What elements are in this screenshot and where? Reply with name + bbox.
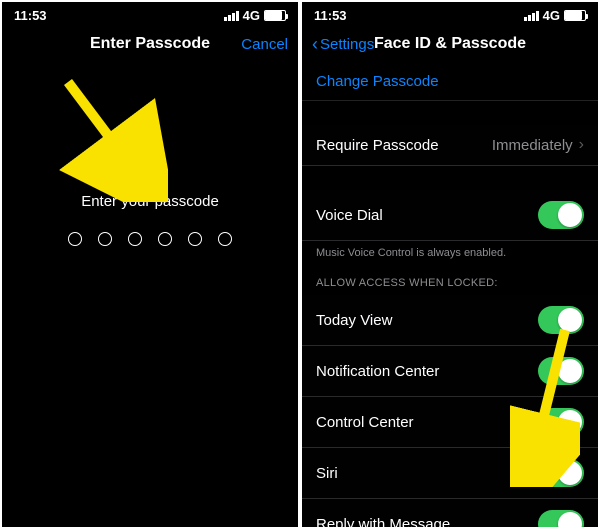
voice-dial-toggle[interactable]: [538, 201, 584, 229]
allow-access-toggle[interactable]: [538, 510, 584, 527]
cell-label: Today View: [316, 312, 392, 329]
passcode-dot: [98, 232, 112, 246]
require-passcode-value: Immediately: [492, 137, 573, 154]
allow-access-cell: Siri: [302, 448, 598, 499]
settings-screen: 11:53 4G ‹ Settings Face ID & Passcode C…: [302, 2, 598, 527]
allow-access-cell: Reply with Message: [302, 499, 598, 527]
back-button[interactable]: ‹ Settings: [312, 35, 374, 53]
cell-label: Require Passcode: [316, 137, 439, 154]
status-right: 4G: [224, 8, 286, 23]
settings-list[interactable]: Change Passcode Require Passcode Immedia…: [302, 63, 598, 527]
chevron-left-icon: ‹: [312, 35, 318, 53]
allow-access-toggle[interactable]: [538, 408, 584, 436]
cancel-button[interactable]: Cancel: [241, 36, 288, 53]
battery-icon: [264, 10, 286, 21]
back-label: Settings: [320, 36, 374, 53]
allow-access-cell: Notification Center: [302, 346, 598, 397]
network-label: 4G: [543, 8, 560, 23]
status-right: 4G: [524, 8, 586, 23]
allow-access-toggle[interactable]: [538, 459, 584, 487]
passcode-dot: [218, 232, 232, 246]
passcode-dot: [158, 232, 172, 246]
voice-dial-cell: Voice Dial: [302, 190, 598, 241]
passcode-screen: 11:53 4G Enter Passcode Cancel Enter you…: [2, 2, 298, 527]
cell-label: Notification Center: [316, 363, 439, 380]
allow-access-header: ALLOW ACCESS WHEN LOCKED:: [302, 261, 598, 295]
cell-label: Control Center: [316, 414, 414, 431]
allow-access-toggle[interactable]: [538, 357, 584, 385]
status-time: 11:53: [314, 8, 347, 23]
cell-label: Voice Dial: [316, 207, 383, 224]
network-label: 4G: [243, 8, 260, 23]
status-time: 11:53: [14, 8, 47, 23]
battery-icon: [564, 10, 586, 21]
require-passcode-cell[interactable]: Require Passcode Immediately ›: [302, 125, 598, 166]
passcode-area: Enter your passcode: [2, 63, 298, 527]
change-passcode-link[interactable]: Change Passcode: [302, 63, 598, 101]
nav-bar: ‹ Settings Face ID & Passcode: [302, 27, 598, 63]
passcode-dot: [68, 232, 82, 246]
section-spacer: [302, 101, 598, 125]
cell-value: Immediately ›: [492, 136, 584, 154]
signal-icon: [224, 11, 239, 21]
allow-access-toggle[interactable]: [538, 306, 584, 334]
chevron-right-icon: ›: [579, 136, 584, 154]
passcode-prompt: Enter your passcode: [81, 193, 219, 210]
voice-dial-note: Music Voice Control is always enabled.: [302, 241, 598, 261]
status-bar: 11:53 4G: [2, 2, 298, 27]
nav-bar: Enter Passcode Cancel: [2, 27, 298, 63]
allow-access-cell: Today View: [302, 295, 598, 346]
section-spacer: [302, 166, 598, 190]
status-bar: 11:53 4G: [302, 2, 598, 27]
allow-access-cell: Control Center: [302, 397, 598, 448]
passcode-dot: [188, 232, 202, 246]
cell-label: Reply with Message: [316, 516, 450, 528]
cell-label: Siri: [316, 465, 338, 482]
passcode-dot: [128, 232, 142, 246]
passcode-dots[interactable]: [68, 232, 232, 246]
signal-icon: [524, 11, 539, 21]
